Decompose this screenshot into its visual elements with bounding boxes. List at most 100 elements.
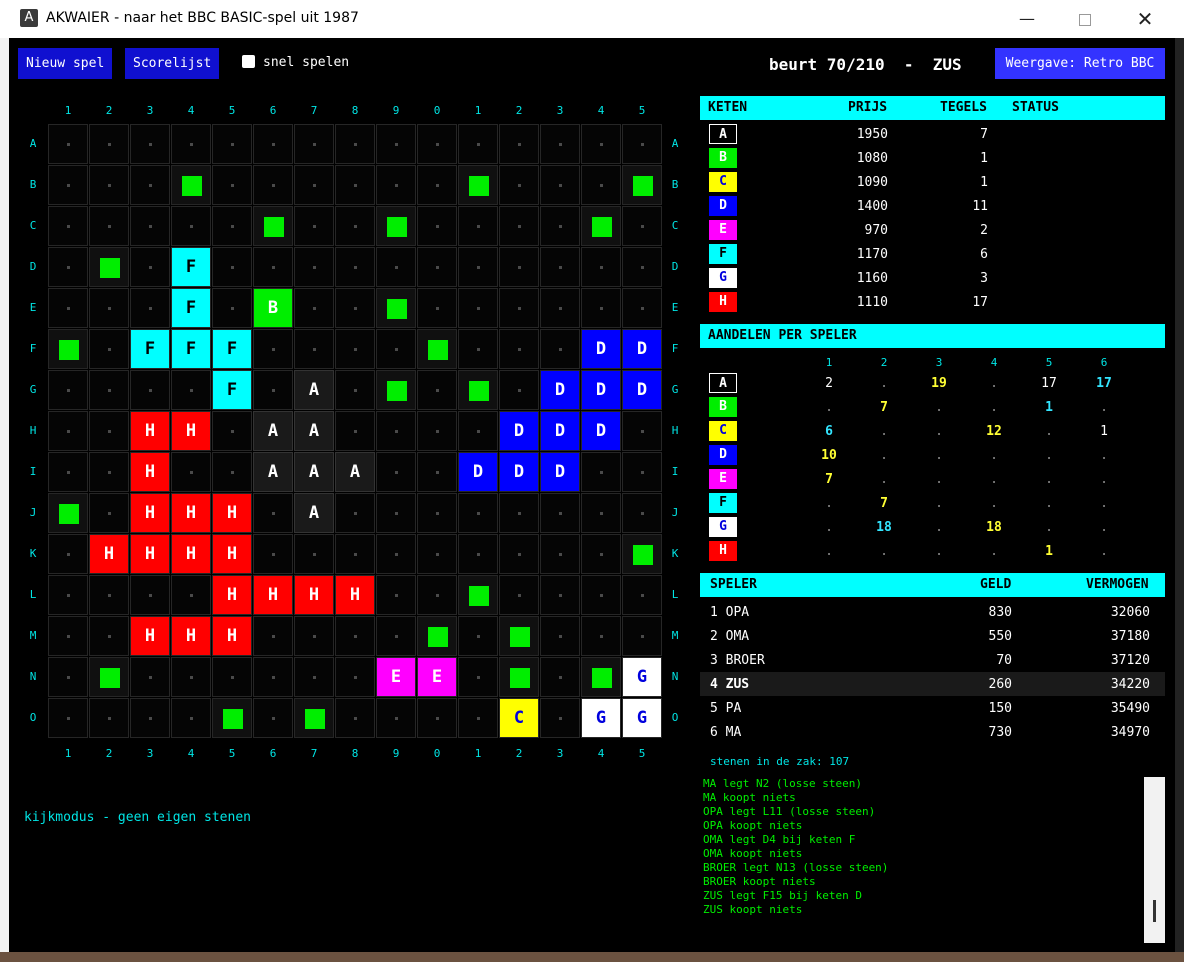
board-cell[interactable] <box>499 329 539 369</box>
board-cell[interactable] <box>581 493 621 533</box>
board-cell[interactable] <box>458 165 498 205</box>
board-cell[interactable]: F <box>171 288 211 328</box>
board-cell[interactable] <box>253 657 293 697</box>
board-cell[interactable] <box>376 247 416 287</box>
board-cell[interactable] <box>581 165 621 205</box>
board-cell[interactable] <box>294 657 334 697</box>
board-cell[interactable] <box>253 698 293 738</box>
board-cell[interactable] <box>581 616 621 656</box>
board-cell[interactable]: H <box>253 575 293 615</box>
board-cell[interactable] <box>376 165 416 205</box>
board-cell[interactable] <box>417 124 457 164</box>
board-cell[interactable] <box>89 452 129 492</box>
board-cell[interactable] <box>376 288 416 328</box>
board-cell[interactable] <box>335 698 375 738</box>
board-cell[interactable] <box>376 493 416 533</box>
board-cell[interactable] <box>130 206 170 246</box>
board-cell[interactable] <box>458 329 498 369</box>
board-cell[interactable] <box>458 411 498 451</box>
board-cell[interactable] <box>458 206 498 246</box>
board-cell[interactable] <box>335 288 375 328</box>
board-cell[interactable]: F <box>171 329 211 369</box>
board-cell[interactable] <box>48 534 88 574</box>
board-cell[interactable]: H <box>335 575 375 615</box>
board-cell[interactable] <box>458 698 498 738</box>
board-cell[interactable] <box>581 124 621 164</box>
board-cell[interactable] <box>458 370 498 410</box>
board-cell[interactable]: D <box>499 411 539 451</box>
board-cell[interactable] <box>540 657 580 697</box>
board-cell[interactable] <box>48 657 88 697</box>
board-cell[interactable]: H <box>212 575 252 615</box>
board-cell[interactable] <box>540 575 580 615</box>
board-cell[interactable] <box>294 329 334 369</box>
board-cell[interactable]: A <box>253 452 293 492</box>
board-cell[interactable]: F <box>212 329 252 369</box>
board-cell[interactable]: A <box>294 370 334 410</box>
board-cell[interactable]: E <box>417 657 457 697</box>
board-cell[interactable] <box>417 534 457 574</box>
board-cell[interactable] <box>130 698 170 738</box>
board-cell[interactable] <box>48 124 88 164</box>
board-cell[interactable] <box>212 165 252 205</box>
board-cell[interactable] <box>540 493 580 533</box>
board-cell[interactable] <box>130 288 170 328</box>
board-cell[interactable] <box>622 616 662 656</box>
board-cell[interactable] <box>540 247 580 287</box>
board-cell[interactable] <box>89 247 129 287</box>
board-cell[interactable] <box>130 370 170 410</box>
board-cell[interactable] <box>48 575 88 615</box>
board-cell[interactable] <box>335 247 375 287</box>
board-cell[interactable] <box>212 698 252 738</box>
board-cell[interactable] <box>499 206 539 246</box>
board-cell[interactable] <box>171 124 211 164</box>
board-cell[interactable] <box>499 165 539 205</box>
board-cell[interactable] <box>622 124 662 164</box>
board-cell[interactable] <box>294 247 334 287</box>
board-cell[interactable]: G <box>581 698 621 738</box>
board-cell[interactable] <box>335 124 375 164</box>
board-cell[interactable] <box>212 452 252 492</box>
board-cell[interactable] <box>48 329 88 369</box>
board-cell[interactable] <box>581 206 621 246</box>
board-cell[interactable]: A <box>294 452 334 492</box>
board-cell[interactable] <box>417 206 457 246</box>
board-cell[interactable] <box>335 411 375 451</box>
board-cell[interactable] <box>89 165 129 205</box>
board-cell[interactable] <box>48 247 88 287</box>
board-cell[interactable]: H <box>294 575 334 615</box>
board-cell[interactable] <box>130 124 170 164</box>
board-cell[interactable] <box>540 165 580 205</box>
board-cell[interactable] <box>417 411 457 451</box>
board-cell[interactable] <box>171 165 211 205</box>
board-cell[interactable] <box>458 124 498 164</box>
board-cell[interactable] <box>294 616 334 656</box>
board-cell[interactable]: D <box>581 370 621 410</box>
board-cell[interactable] <box>417 575 457 615</box>
board-cell[interactable]: G <box>622 657 662 697</box>
board-cell[interactable]: H <box>130 452 170 492</box>
board-cell[interactable]: G <box>622 698 662 738</box>
board-cell[interactable]: H <box>212 534 252 574</box>
board-cell[interactable]: H <box>130 616 170 656</box>
board-cell[interactable] <box>294 124 334 164</box>
board-cell[interactable] <box>499 288 539 328</box>
board-cell[interactable]: F <box>171 247 211 287</box>
board-cell[interactable] <box>458 247 498 287</box>
board-cell[interactable] <box>499 247 539 287</box>
board-cell[interactable] <box>458 616 498 656</box>
board-cell[interactable] <box>253 329 293 369</box>
board-cell[interactable] <box>458 657 498 697</box>
board-cell[interactable] <box>581 247 621 287</box>
board-cell[interactable] <box>253 493 293 533</box>
board-cell[interactable] <box>376 616 416 656</box>
board-cell[interactable]: D <box>540 452 580 492</box>
board-cell[interactable] <box>417 698 457 738</box>
board-cell[interactable] <box>581 575 621 615</box>
board-cell[interactable] <box>540 288 580 328</box>
board-cell[interactable]: A <box>253 411 293 451</box>
board-cell[interactable] <box>48 452 88 492</box>
board-cell[interactable]: H <box>130 534 170 574</box>
board-cell[interactable] <box>89 288 129 328</box>
board-cell[interactable]: C <box>499 698 539 738</box>
